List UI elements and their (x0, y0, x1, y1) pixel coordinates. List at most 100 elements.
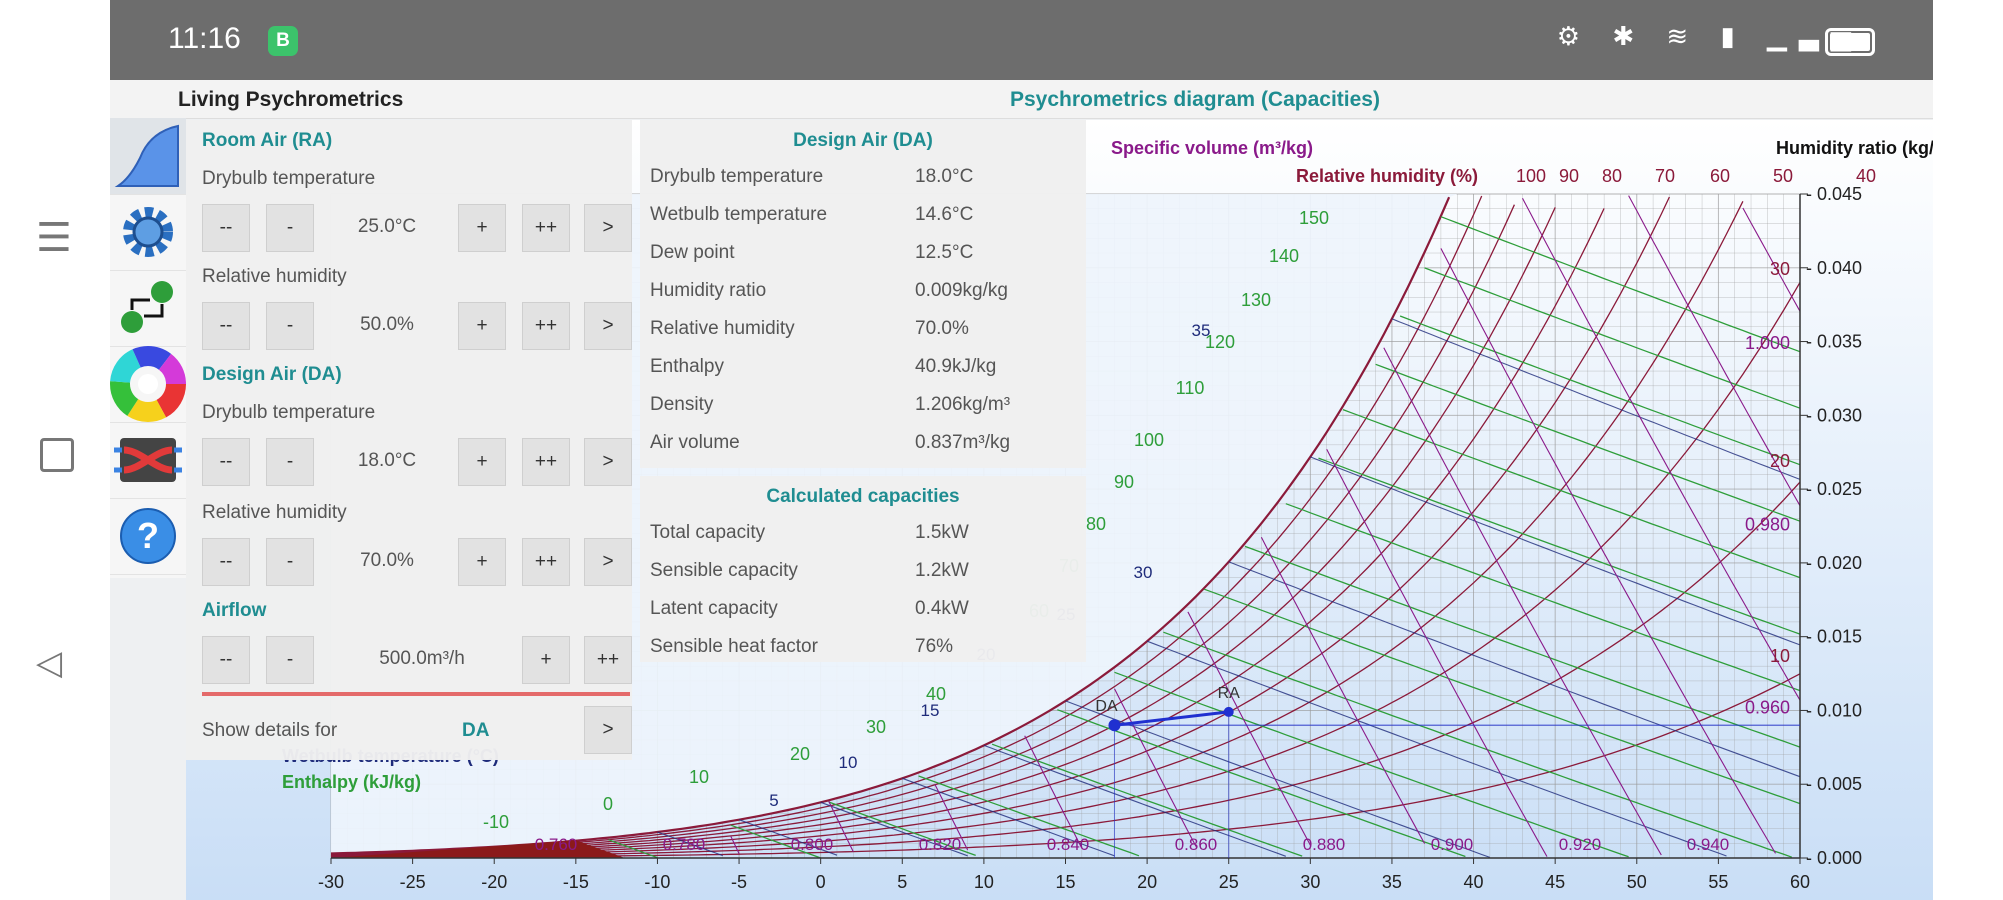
volume-bottom-label: 0.760 (535, 835, 578, 854)
da-drybulb-stepper: -- - 18.0°C + ++ > (202, 438, 632, 486)
toolbar-exchange[interactable] (110, 422, 186, 499)
props-title: Design Air (DA) (793, 130, 933, 151)
increase-large-button[interactable]: ++ (522, 302, 570, 350)
clock: 11:16 (168, 22, 241, 55)
app-screen: 11:16 B ⚙ ✱ ≋ ▮ ▁▃▅ Living Psychrometric… (110, 0, 1933, 900)
decrease-large-button[interactable]: -- (202, 438, 250, 486)
decrease-button[interactable]: - (266, 438, 314, 486)
color-wheel-icon (110, 346, 186, 422)
right-bezel (1933, 0, 2003, 900)
heat-exchanger-icon (114, 438, 182, 482)
toolbar-colors[interactable] (110, 346, 186, 423)
wetbulb-label: 5 (769, 791, 778, 810)
da-rh-value: 70.0% (360, 550, 414, 571)
x-tick-label: 15 (1055, 872, 1075, 892)
toolbar-help[interactable]: ? (110, 498, 186, 575)
da-rh-stepper: -- - 70.0% + ++ > (202, 538, 632, 586)
wetbulb-label: 30 (1134, 563, 1153, 582)
volume-label: 0.960 (1745, 697, 1790, 717)
x-tick-label: -15 (563, 872, 589, 892)
volume-label: 0.980 (1745, 514, 1790, 534)
increase-large-button[interactable]: ++ (522, 438, 570, 486)
property-label: Latent capacity (650, 598, 778, 619)
increase-button[interactable]: + (522, 636, 570, 684)
x-tick-label: 45 (1545, 872, 1565, 892)
rh-label: 60 (1710, 166, 1730, 186)
back-icon[interactable]: ◁ (36, 643, 62, 683)
ra-drybulb-value: 25.0°C (357, 216, 417, 237)
input-panel: Room Air (RA) Drybulb temperature -- - 2… (186, 120, 632, 760)
overview-icon[interactable] (40, 438, 74, 472)
details-selection[interactable]: DA (462, 720, 489, 742)
decrease-large-button[interactable]: -- (202, 538, 250, 586)
x-tick-label: 35 (1382, 872, 1402, 892)
decrease-large-button[interactable]: -- (202, 204, 250, 252)
da-drybulb-label: Drybulb temperature (202, 402, 376, 423)
enthalpy-label: 150 (1299, 208, 1329, 228)
x-tick-label: 20 (1137, 872, 1157, 892)
rh-label: 70 (1655, 166, 1675, 186)
rh-label: 80 (1602, 166, 1622, 186)
property-label: Enthalpy (650, 356, 724, 377)
decrease-button[interactable]: - (266, 538, 314, 586)
battery-icon (1825, 28, 1875, 56)
increase-button[interactable]: + (458, 538, 506, 586)
x-tick-label: 60 (1790, 872, 1810, 892)
enthalpy-label: 130 (1241, 290, 1271, 310)
next-button[interactable]: > (584, 204, 632, 252)
enthalpy-label: 100 (1134, 430, 1164, 450)
menu-icon[interactable]: ☰ (36, 215, 72, 261)
system-nav-bar: ☰ ◁ (0, 0, 110, 900)
next-button[interactable]: > (584, 438, 632, 486)
side-toolbar: ? (110, 118, 186, 578)
y-tick-label: - 0.020 (1806, 553, 1862, 573)
y-tick-label: - 0.015 (1806, 627, 1862, 647)
capacities-title: Calculated capacities (766, 486, 960, 507)
ra-rh-value: 50.0% (360, 314, 414, 335)
chart-icon (114, 124, 179, 187)
increase-button[interactable]: + (458, 204, 506, 252)
decrease-large-button[interactable]: -- (202, 636, 250, 684)
property-label: Total capacity (650, 522, 766, 543)
enthalpy-label: 20 (790, 744, 810, 764)
next-button[interactable]: > (584, 538, 632, 586)
enthalpy-label: 30 (866, 717, 886, 737)
property-value: 1.5kW (915, 522, 969, 543)
da-point (1108, 719, 1121, 732)
details-next-button[interactable]: > (584, 706, 632, 754)
enthalpy-label: 90 (1114, 472, 1134, 492)
ra-drybulb-label: Drybulb temperature (202, 168, 376, 189)
volume-bottom-label: 0.840 (1047, 835, 1090, 854)
ra-rh-label: Relative humidity (202, 266, 347, 287)
increase-large-button[interactable]: ++ (522, 538, 570, 586)
x-tick-label: 0 (816, 872, 826, 892)
increase-large-button[interactable]: ++ (522, 204, 570, 252)
volume-bottom-label: 0.920 (1559, 835, 1602, 854)
airflow-stepper: -- - 500.0m³/h + ++ (202, 636, 632, 684)
increase-large-button[interactable]: ++ (584, 636, 632, 684)
airflow-value: 500.0m³/h (379, 648, 465, 669)
status-bar: 11:16 B ⚙ ✱ ≋ ▮ ▁▃▅ (110, 0, 1933, 80)
property-label: Dew point (650, 242, 735, 263)
y-tick-label: - 0.010 (1806, 700, 1862, 720)
wetbulb-label: 35 (1192, 321, 1211, 340)
volume-bottom-label: 0.940 (1687, 835, 1730, 854)
decrease-button[interactable]: - (266, 204, 314, 252)
decrease-button[interactable]: - (266, 636, 314, 684)
increase-button[interactable]: + (458, 302, 506, 350)
notification-icon: B (268, 26, 298, 56)
toolbar-diagram[interactable] (110, 118, 186, 195)
details-label: Show details for (202, 720, 338, 741)
increase-button[interactable]: + (458, 438, 506, 486)
ra-point (1223, 706, 1234, 717)
decrease-large-button[interactable]: -- (202, 302, 250, 350)
enthalpy-label: -10 (483, 812, 509, 832)
toolbar-process[interactable] (110, 270, 186, 347)
rh-label: 100 (1516, 166, 1546, 186)
decrease-button[interactable]: - (266, 302, 314, 350)
toolbar-settings[interactable] (110, 194, 186, 271)
rh-side-label: 30 (1770, 259, 1790, 279)
rh-label: 50 (1773, 166, 1793, 186)
next-button[interactable]: > (584, 302, 632, 350)
y-tick-label: - 0.005 (1806, 774, 1862, 794)
